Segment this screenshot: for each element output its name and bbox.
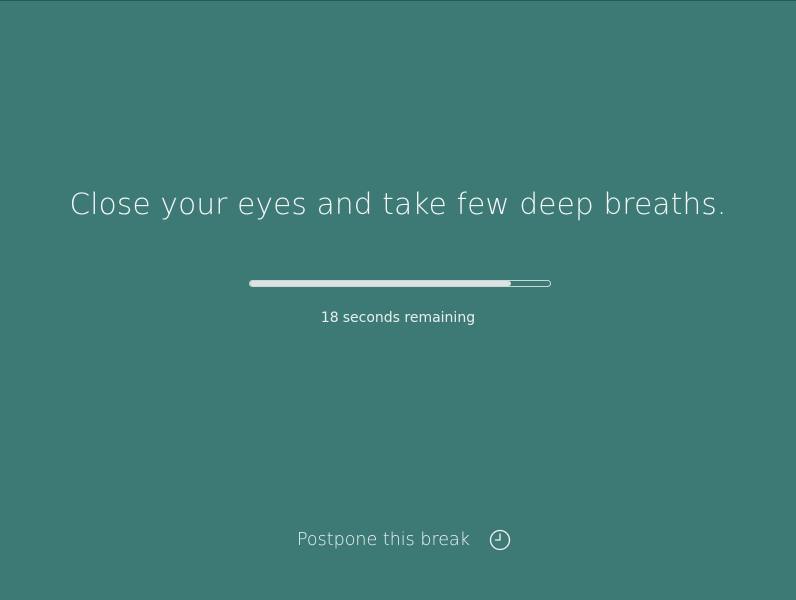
clock-icon — [489, 529, 511, 551]
postpone-break-label: Postpone this break — [297, 530, 470, 550]
remaining-suffix: seconds remaining — [342, 310, 476, 326]
time-remaining: 18 seconds remaining — [0, 310, 796, 326]
break-message: Close your eyes and take few deep breath… — [69, 187, 727, 221]
break-progress-bar — [249, 280, 551, 287]
remaining-seconds: 18 — [320, 310, 339, 326]
break-screen: Close your eyes and take few deep breath… — [0, 0, 796, 600]
postpone-break-button[interactable]: Postpone this break — [297, 529, 511, 551]
break-progress-fill — [250, 281, 511, 286]
